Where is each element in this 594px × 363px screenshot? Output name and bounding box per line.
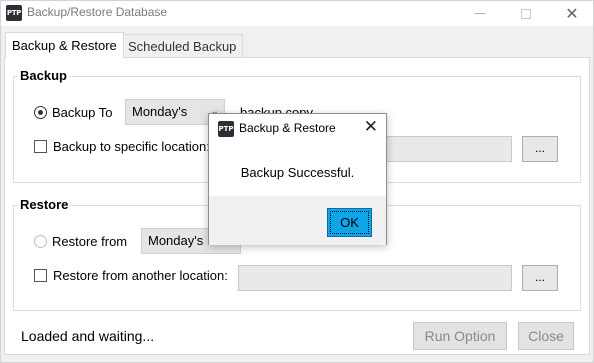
dialog-title-bar[interactable]: PTP Backup & Restore ✕ (209, 114, 386, 142)
tab-scheduled-backup[interactable]: Scheduled Backup (121, 34, 244, 58)
close-icon: ✕ (565, 5, 579, 23)
restore-from-label: Restore from (52, 234, 128, 249)
minimize-button[interactable] (457, 1, 503, 26)
restore-another-label: Restore from another location: (53, 268, 228, 283)
restore-path-input[interactable] (238, 265, 512, 291)
dialog-message: Backup Successful. (240, 165, 355, 180)
restore-from-radio[interactable] (34, 235, 47, 248)
maximize-icon (521, 8, 531, 19)
backup-group-title: Backup (18, 68, 69, 83)
restore-another-checkbox[interactable] (34, 269, 47, 282)
app-icon: PTP (6, 5, 22, 21)
window-close-button[interactable]: ✕ (549, 1, 594, 26)
dialog-close-button[interactable]: ✕ (364, 117, 378, 137)
backup-to-radio[interactable] (34, 106, 47, 119)
dialog-title: Backup & Restore (239, 121, 336, 135)
dialog-app-icon: PTP (218, 121, 234, 137)
close-button[interactable]: Close (518, 322, 574, 350)
backup-specific-checkbox[interactable] (34, 140, 47, 153)
ok-button[interactable]: OK (327, 208, 372, 237)
restore-day-value: Monday's (148, 233, 204, 248)
backup-browse-button[interactable]: ... (522, 136, 558, 162)
backup-day-value: Monday's (132, 104, 188, 119)
title-bar[interactable]: PTP Backup/Restore Database ✕ (1, 1, 593, 26)
minimize-icon (475, 13, 485, 14)
message-dialog: PTP Backup & Restore ✕ Backup Successful… (208, 113, 387, 245)
window-title: Backup/Restore Database (27, 5, 168, 19)
restore-group-title: Restore (18, 197, 71, 212)
backup-specific-label: Backup to specific location: (53, 139, 210, 154)
run-option-button[interactable]: Run Option (413, 322, 507, 350)
maximize-button[interactable] (503, 1, 549, 26)
dialog-footer: OK (209, 196, 386, 245)
close-icon: ✕ (363, 117, 378, 136)
backup-to-label: Backup To (52, 105, 113, 120)
restore-browse-button[interactable]: ... (522, 265, 558, 291)
tab-backup-restore[interactable]: Backup & Restore (5, 32, 124, 58)
status-text: Loaded and waiting... (21, 328, 155, 344)
